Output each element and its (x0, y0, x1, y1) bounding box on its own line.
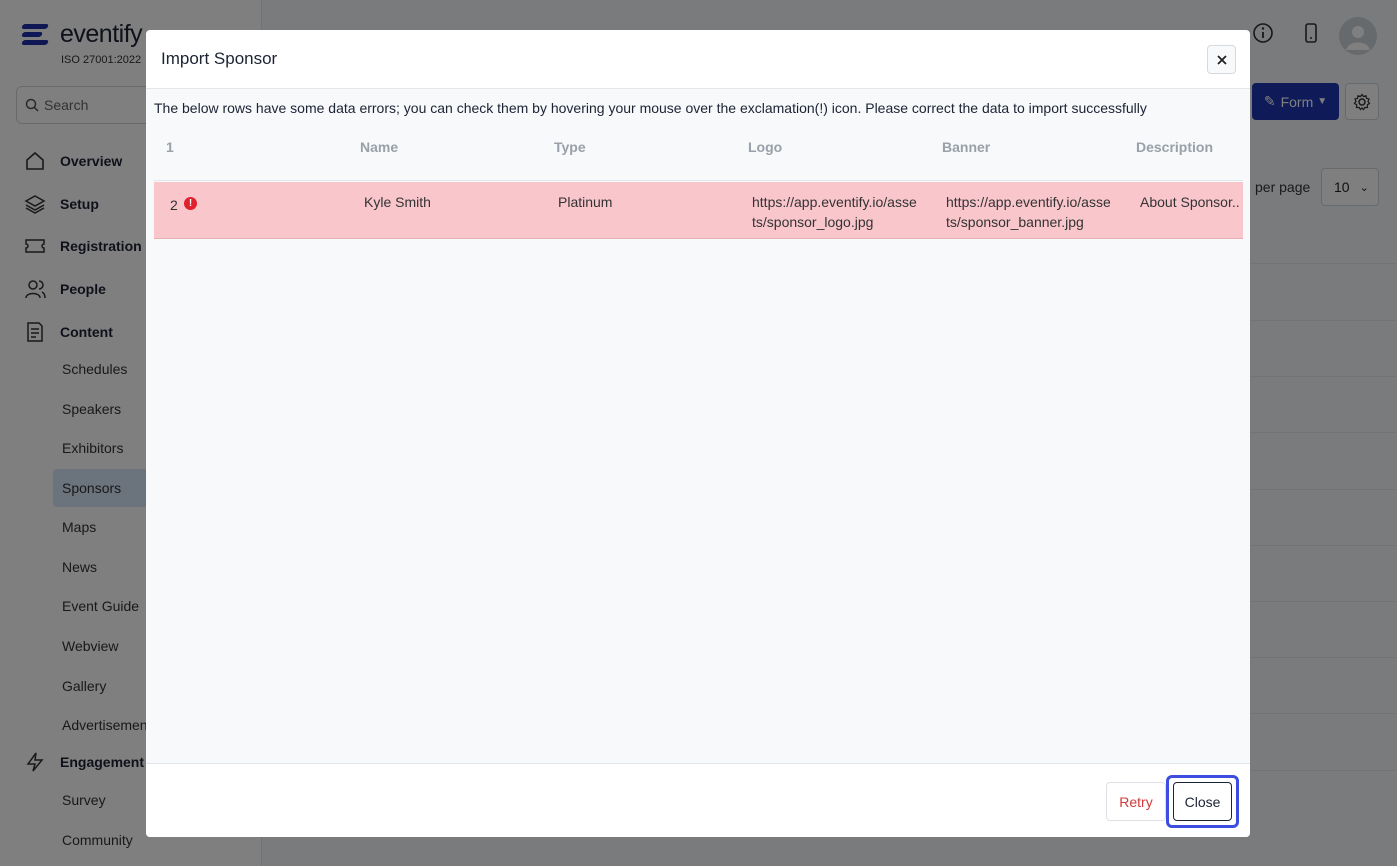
column-header-logo: Logo (748, 139, 783, 155)
modal-header: Import Sponsor (146, 30, 1250, 89)
close-button-focus-ring: Close (1166, 775, 1239, 828)
retry-button[interactable]: Retry (1106, 782, 1166, 821)
modal-body: The below rows have some data errors; yo… (146, 89, 1250, 763)
column-header-row-number: 1 (166, 139, 174, 155)
close-button[interactable]: Close (1173, 782, 1232, 821)
cell-row-number: 2 (170, 197, 178, 213)
modal-footer: Retry Close (146, 763, 1250, 837)
column-header-banner: Banner (942, 139, 991, 155)
cell-logo: https://app.eventify.io/assets/sponsor_l… (752, 194, 917, 230)
table-row: 2 ! Kyle Smith Platinum https://app.even… (154, 182, 1243, 239)
column-header-name: Name (360, 139, 399, 155)
import-sponsor-modal: Import Sponsor The below rows have some … (146, 30, 1250, 837)
import-table-header: 1 Name Type Logo Banner Description (154, 125, 1243, 181)
cell-description: About Sponsor.. (1140, 194, 1240, 210)
cell-name: Kyle Smith (364, 194, 431, 210)
cell-banner: https://app.eventify.io/assets/sponsor_b… (946, 194, 1111, 230)
modal-title: Import Sponsor (161, 49, 278, 68)
column-header-type: Type (554, 139, 586, 155)
close-icon (1216, 54, 1227, 65)
import-error-note: The below rows have some data errors; yo… (154, 100, 1147, 116)
column-header-description: Description (1136, 139, 1214, 155)
modal-close-button[interactable] (1207, 45, 1236, 74)
exclamation-icon[interactable]: ! (184, 197, 197, 210)
cell-type: Platinum (558, 194, 613, 210)
